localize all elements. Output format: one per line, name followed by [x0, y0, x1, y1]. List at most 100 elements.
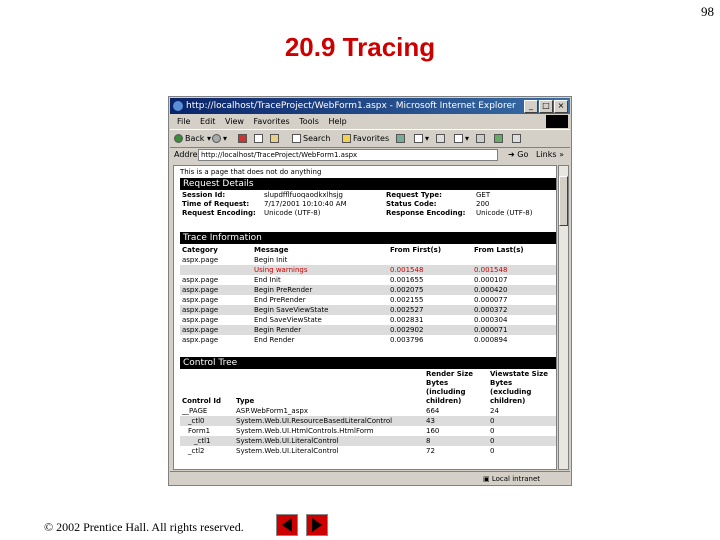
control-tree-heading: Control Tree: [180, 357, 556, 369]
request-type-value: GET: [476, 191, 491, 199]
messenger-button[interactable]: [494, 130, 505, 147]
back-button[interactable]: Back ▾: [174, 130, 211, 147]
control-id: __PAGE: [182, 406, 208, 415]
research-icon: [512, 134, 521, 143]
trace-from-first: 0.001655: [390, 275, 424, 284]
column-header: Message: [254, 246, 289, 254]
close-button[interactable]: ×: [554, 100, 568, 113]
trace-header-row: Category Message From First(s) From Last…: [180, 245, 556, 255]
minimize-button[interactable]: _: [524, 100, 538, 113]
trace-row: aspx.page Begin Init: [180, 255, 556, 265]
slide-title: 20.9 Tracing: [284, 32, 436, 62]
chevron-right-icon: »: [559, 150, 564, 159]
stop-icon: [238, 134, 247, 143]
control-viewstate-size: 24: [490, 406, 499, 415]
trace-message: Begin SaveViewState: [252, 305, 388, 315]
trace-row: aspx.page Begin SaveViewState 0.002527 0.00…: [180, 305, 556, 315]
search-button[interactable]: Search: [292, 130, 330, 147]
status-bar: ▣ Local intranet: [170, 471, 570, 486]
control-type: ASP.WebForm1_aspx: [236, 406, 308, 415]
previous-slide-button[interactable]: [276, 514, 298, 536]
trace-row: aspx.page End Init 0.001655 0.000107: [180, 275, 556, 285]
print-icon: [436, 134, 445, 143]
address-input[interactable]: http://localhost/TraceProject/WebForm1.a…: [198, 149, 498, 161]
column-header: Category: [182, 246, 218, 254]
mail-button[interactable]: ▾: [414, 130, 429, 147]
trace-from-first: [388, 255, 472, 265]
trace-message: End SaveViewState: [254, 315, 322, 324]
go-button[interactable]: ➜ Go: [508, 147, 528, 163]
local-intranet-icon: ▣: [482, 475, 490, 483]
menu-favorites[interactable]: Favorites: [254, 117, 290, 126]
links-button[interactable]: Links »: [536, 147, 564, 163]
trace-category: aspx.page: [180, 305, 252, 315]
trace-from-last: 0.000107: [474, 275, 508, 284]
refresh-button[interactable]: [254, 130, 265, 147]
control-row: _ctl2 System.Web.UI.LiteralControl 72 0: [180, 446, 556, 456]
back-label: Back: [185, 134, 205, 143]
request-details-right: Request Type: Status Code: Response Enco…: [386, 191, 465, 218]
copyright-footer: © 2002 Prentice Hall. All rights reserve…: [44, 520, 244, 534]
column-header: Viewstate Size Bytes (excluding children…: [490, 370, 548, 405]
menu-edit[interactable]: Edit: [200, 117, 216, 126]
control-tree-header-row: Control Id Type Render Size Bytes (inclu…: [180, 370, 556, 406]
trace-category: [180, 265, 252, 275]
trace-from-first: 0.002075: [388, 285, 472, 295]
trace-from-first: 0.002527: [388, 305, 472, 315]
status-code-label: Status Code:: [386, 200, 437, 208]
menu-tools[interactable]: Tools: [299, 117, 319, 126]
refresh-icon: [254, 134, 263, 143]
browser-window: http://localhost/TraceProject/WebForm1.a…: [168, 96, 572, 486]
control-render-size: 72: [426, 446, 435, 455]
control-viewstate-size: 0: [490, 426, 495, 435]
edit-icon: [454, 134, 463, 143]
next-slide-button[interactable]: [306, 514, 328, 536]
go-arrow-icon: ➜: [508, 150, 515, 159]
scrollbar-thumb[interactable]: [559, 176, 568, 226]
history-icon: [396, 134, 405, 143]
column-header: From First(s): [390, 246, 442, 254]
search-icon: [292, 134, 301, 143]
vertical-scrollbar[interactable]: [558, 165, 569, 470]
control-render-size: 43: [424, 416, 488, 426]
control-type: System.Web.UI.LiteralControl: [236, 446, 339, 455]
trace-message: Begin Init: [254, 255, 288, 264]
trace-from-last: 0.000077: [474, 295, 508, 304]
address-bar: Address http://localhost/TraceProject/We…: [170, 147, 570, 163]
control-row: Form1 System.Web.UI.HtmlControls.HtmlForm…: [180, 426, 556, 436]
home-button[interactable]: [270, 130, 281, 147]
control-render-size: 664: [426, 406, 440, 415]
menu-help[interactable]: Help: [328, 117, 346, 126]
trace-message: Begin PreRender: [252, 285, 388, 295]
edit-button[interactable]: ▾: [454, 130, 469, 147]
history-button[interactable]: [396, 130, 407, 147]
request-encoding-label: Request Encoding:: [182, 209, 256, 217]
discuss-button[interactable]: [476, 130, 487, 147]
trace-category: aspx.page: [182, 255, 219, 264]
forward-button[interactable]: ▾: [212, 130, 227, 147]
links-label: Links: [535, 150, 557, 159]
control-type: System.Web.UI.ResourceBasedLiteralContro…: [234, 416, 424, 426]
stop-button[interactable]: [238, 130, 249, 147]
control-render-size: 8: [424, 436, 488, 446]
toolbar: Back ▾ ▾ Search Favorites ▾ ▾: [170, 129, 570, 148]
trace-from-first: 0.001548: [388, 265, 472, 275]
maximize-button[interactable]: □: [539, 100, 553, 113]
favorites-button[interactable]: Favorites: [342, 130, 389, 147]
control-id: _ctl2: [188, 446, 205, 455]
print-button[interactable]: [436, 130, 447, 147]
control-id: _ctl1: [180, 436, 234, 446]
column-header: Control Id: [182, 397, 221, 405]
window-title: http://localhost/TraceProject/WebForm1.a…: [186, 101, 516, 111]
trace-message: End Init: [254, 275, 281, 284]
menu-view[interactable]: View: [225, 117, 244, 126]
forward-arrow-icon: [212, 134, 221, 143]
trace-category: aspx.page: [180, 325, 252, 335]
trace-category: aspx.page: [182, 315, 219, 324]
search-label: Search: [303, 134, 331, 143]
session-id-value: slupdfflfuoqaodkxlhsjg: [264, 191, 343, 199]
menu-file[interactable]: File: [177, 117, 190, 126]
control-type: System.Web.UI.HtmlControls.HtmlForm: [236, 426, 374, 435]
trace-category: aspx.page: [182, 335, 219, 344]
research-button[interactable]: [512, 130, 523, 147]
